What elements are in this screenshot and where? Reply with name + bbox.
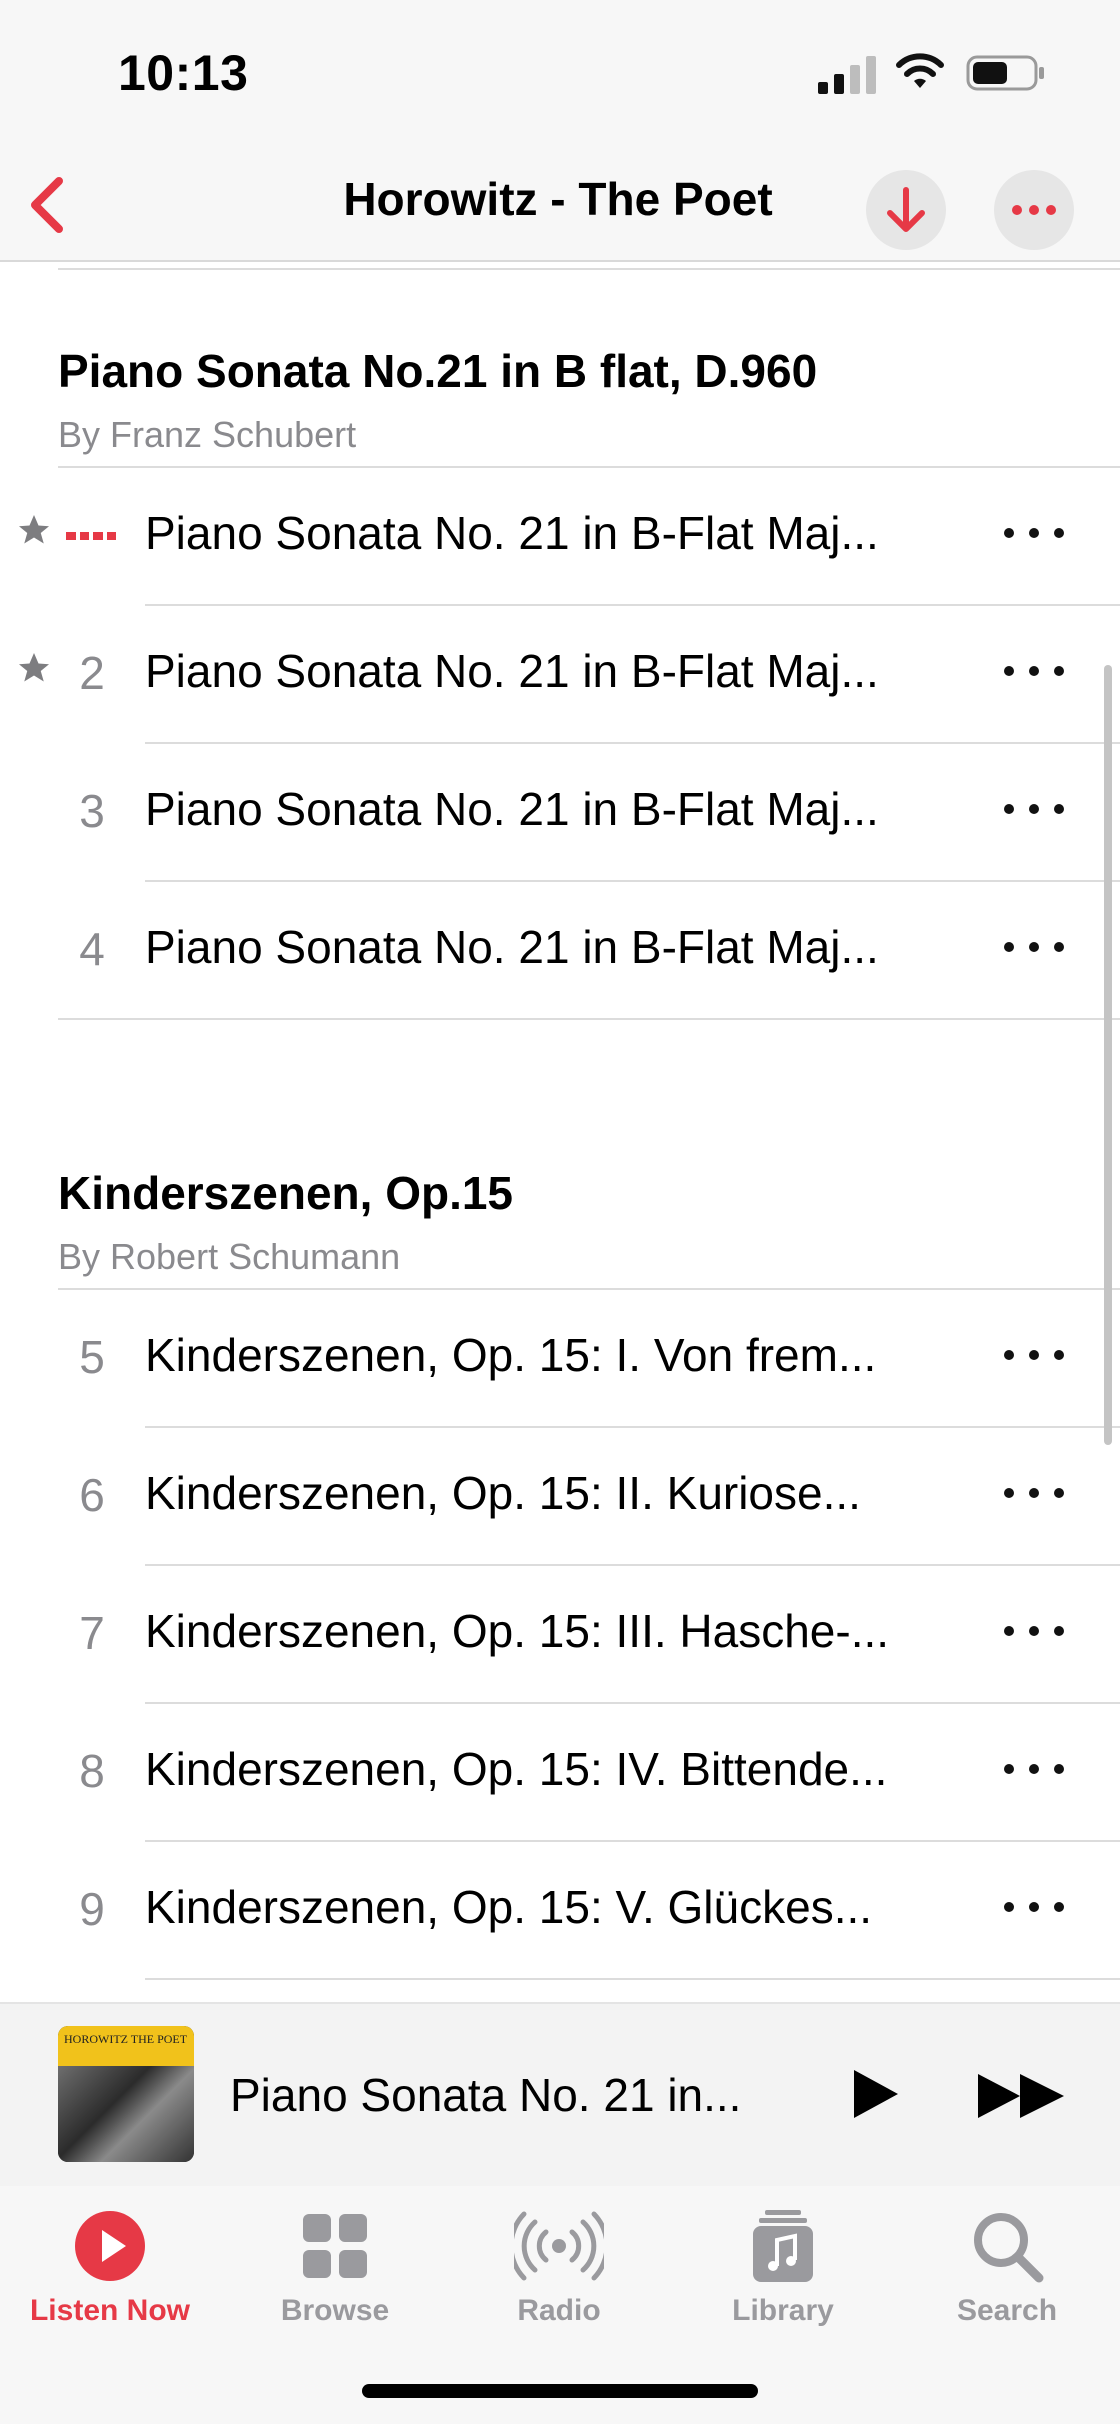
tab-library[interactable]: Library xyxy=(683,2208,883,2328)
track-number: 5 xyxy=(79,1331,105,1383)
track-more-button[interactable] xyxy=(1004,1478,1064,1508)
track-number: 6 xyxy=(79,1469,105,1521)
mini-player[interactable]: HOROWITZ THE POET Piano Sonata No. 21 in… xyxy=(0,2002,1120,2186)
track-more-button[interactable] xyxy=(1004,1892,1064,1922)
tab-radio[interactable]: Radio xyxy=(459,2208,659,2328)
tab-browse[interactable]: Browse xyxy=(235,2208,435,2328)
track-more-button[interactable] xyxy=(1004,518,1064,548)
track-title: Piano Sonata No. 21 in B-Flat Maj... xyxy=(145,783,879,835)
tab-label: Browse xyxy=(280,2294,390,2327)
now-playing-indicator xyxy=(66,532,116,540)
track-row[interactable]: Piano Sonata No. 21 in B-Flat Maj... xyxy=(0,468,1120,606)
track-row[interactable]: 7 Kinderszenen, Op. 15: III. Hasche-... xyxy=(0,1566,1120,1704)
music-note-stack-icon xyxy=(753,2210,813,2282)
track-number: 8 xyxy=(79,1745,105,1797)
track-number: 2 xyxy=(79,647,105,699)
section-title: Piano Sonata No.21 in B flat, D.960 xyxy=(58,345,818,397)
wifi-icon xyxy=(896,53,944,88)
track-title: Piano Sonata No. 21 in B-Flat Maj... xyxy=(145,507,879,559)
status-time: 10:13 xyxy=(118,45,249,101)
tab-listen-now[interactable]: Listen Now xyxy=(10,2208,210,2328)
now-playing-title: Piano Sonata No. 21 in... xyxy=(230,2069,742,2121)
track-row[interactable]: 3 Piano Sonata No. 21 in B-Flat Maj... xyxy=(0,744,1120,882)
divider xyxy=(58,1018,1120,1020)
tab-label: Listen Now xyxy=(29,2294,190,2327)
track-row[interactable]: 8 Kinderszenen, Op. 15: IV. Bittende... xyxy=(0,1704,1120,1842)
track-more-button[interactable] xyxy=(1004,794,1064,824)
download-arrow-icon xyxy=(887,187,925,232)
cellular-signal-icon xyxy=(818,56,876,94)
play-circle-icon xyxy=(75,2211,145,2281)
magnifier-icon xyxy=(974,2213,1044,2283)
track-title: Kinderszenen, Op. 15: III. Hasche-... xyxy=(145,1605,890,1657)
track-title: Piano Sonata No. 21 in B-Flat Maj... xyxy=(145,645,879,697)
artwork-label: HOROWITZ THE POET xyxy=(64,2032,188,2046)
track-number: 3 xyxy=(79,785,105,837)
track-row[interactable]: 9 Kinderszenen, Op. 15: V. Glückes... xyxy=(0,1842,1120,1980)
track-title: Kinderszenen, Op. 15: V. Glückes... xyxy=(145,1881,873,1933)
star-icon xyxy=(19,515,49,544)
tab-label: Search xyxy=(956,2294,1058,2327)
track-more-button[interactable] xyxy=(1004,1340,1064,1370)
divider xyxy=(58,268,1120,270)
fast-forward-button[interactable] xyxy=(976,2072,1066,2120)
track-number: 4 xyxy=(79,923,105,975)
album-artwork: HOROWITZ THE POET xyxy=(58,2026,194,2162)
track-row[interactable]: 5 Kinderszenen, Op. 15: I. Von frem... xyxy=(0,1290,1120,1428)
tab-search[interactable]: Search xyxy=(907,2208,1107,2328)
track-more-button[interactable] xyxy=(1004,932,1064,962)
track-more-button[interactable] xyxy=(1004,1616,1064,1646)
track-number: 9 xyxy=(79,1883,105,1935)
more-options-button[interactable] xyxy=(994,170,1074,250)
section-title: Kinderszenen, Op.15 xyxy=(58,1167,514,1219)
nav-bar: Horowitz - The Poet xyxy=(0,150,1120,262)
track-title: Kinderszenen, Op. 15: IV. Bittende... xyxy=(145,1743,888,1795)
track-more-button[interactable] xyxy=(1004,656,1064,686)
section-composer: By Franz Schubert xyxy=(58,414,357,455)
page-title: Horowitz - The Poet xyxy=(343,173,773,225)
battery-icon xyxy=(966,55,1044,91)
home-indicator[interactable] xyxy=(362,2384,758,2398)
track-title: Kinderszenen, Op. 15: II. Kuriose... xyxy=(145,1467,861,1519)
track-row[interactable]: 6 Kinderszenen, Op. 15: II. Kuriose... xyxy=(0,1428,1120,1566)
track-title: Piano Sonata No. 21 in B-Flat Maj... xyxy=(145,921,879,973)
scroll-indicator[interactable] xyxy=(1104,665,1112,1445)
radio-waves-icon xyxy=(514,2211,604,2281)
download-button[interactable] xyxy=(866,170,946,250)
ellipsis-icon xyxy=(1012,205,1056,215)
grid-icon xyxy=(303,2214,367,2278)
section-composer: By Robert Schumann xyxy=(58,1236,401,1277)
track-row[interactable]: 4 Piano Sonata No. 21 in B-Flat Maj... xyxy=(0,882,1120,1020)
star-icon xyxy=(19,653,49,682)
tab-label: Library xyxy=(732,2294,834,2327)
track-title: Kinderszenen, Op. 15: I. Von frem... xyxy=(145,1329,877,1381)
tab-label: Radio xyxy=(517,2294,601,2327)
status-bar: 10:13 xyxy=(0,0,1120,150)
row-divider xyxy=(145,1978,1120,1980)
track-row[interactable]: 2 Piano Sonata No. 21 in B-Flat Maj... xyxy=(0,606,1120,744)
play-button[interactable] xyxy=(846,2066,902,2122)
track-number: 7 xyxy=(79,1607,105,1659)
track-more-button[interactable] xyxy=(1004,1754,1064,1784)
